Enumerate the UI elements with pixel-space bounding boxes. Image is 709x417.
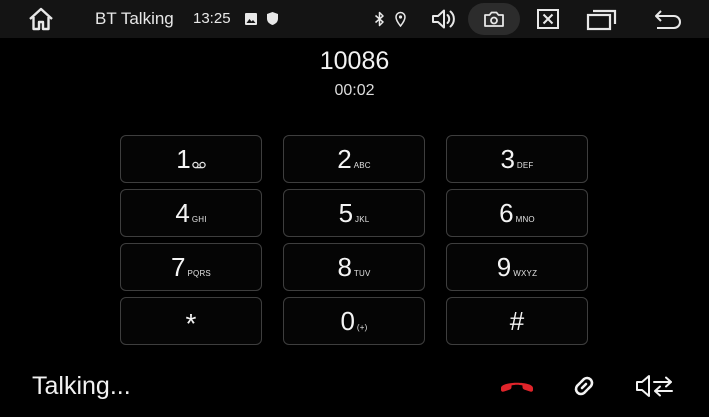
shield-icon <box>267 12 278 25</box>
key-letters: GHI <box>191 214 207 224</box>
recent-apps-button[interactable] <box>582 3 622 35</box>
key-digit: 6 <box>499 198 514 228</box>
voicemail-icon <box>191 161 206 169</box>
location-icon <box>395 11 406 27</box>
key-3[interactable]: 3 DEF <box>446 135 588 183</box>
key-digit: 8 <box>337 252 352 282</box>
key-digit: 0 <box>340 306 355 336</box>
key-letters: PQRS <box>187 268 211 278</box>
close-box-icon <box>537 9 559 29</box>
hang-up-icon[interactable] <box>498 374 536 398</box>
gallery-icon <box>245 13 257 25</box>
volume-button[interactable] <box>426 3 462 35</box>
call-duration: 00:02 <box>334 82 375 99</box>
key-letters: MNO <box>515 214 535 224</box>
screenshot-camera-icon <box>484 11 504 27</box>
key-letters: (+) <box>356 322 368 332</box>
dial-keypad: 1 2 ABC 3 DEF 4 GHI 5 JKL 6 MNO 7 PQRS 8… <box>120 135 590 347</box>
key-digit: 3 <box>500 144 515 174</box>
link-icon[interactable] <box>568 370 600 402</box>
key-digit: * <box>185 308 197 339</box>
app-title: BT Talking <box>95 9 174 28</box>
windows-icon <box>586 9 617 31</box>
key-letters: TUV <box>353 268 371 278</box>
call-number: 10086 <box>319 47 390 75</box>
key-6[interactable]: 6 MNO <box>446 189 588 237</box>
audio-switch-icon[interactable] <box>634 372 676 400</box>
key-digit: 9 <box>496 252 512 282</box>
key-star[interactable]: * <box>120 297 262 345</box>
key-digit: 4 <box>175 198 190 228</box>
key-hash[interactable]: # <box>446 297 588 345</box>
screenshot-button[interactable] <box>468 3 520 35</box>
key-1[interactable]: 1 <box>120 135 262 183</box>
key-5[interactable]: 5 JKL <box>283 189 425 237</box>
back-icon <box>655 10 681 29</box>
key-digit: 7 <box>171 252 186 282</box>
key-2[interactable]: 2 ABC <box>283 135 425 183</box>
bt-talking-screen: BT Talking 13:25 10086 00:02 1 2 ABC 3 D… <box>0 0 709 417</box>
key-digit: 2 <box>337 144 352 174</box>
close-button[interactable] <box>530 3 566 35</box>
key-7[interactable]: 7 PQRS <box>120 243 262 291</box>
key-letters: JKL <box>355 214 370 224</box>
status-bar: BT Talking 13:25 <box>0 0 709 38</box>
key-digit: # <box>509 306 525 336</box>
key-digit: 1 <box>176 144 191 174</box>
home-icon[interactable] <box>28 7 54 31</box>
key-letters: ABC <box>353 160 371 170</box>
key-0[interactable]: 0 (+) <box>283 297 425 345</box>
key-letters: DEF <box>516 160 534 170</box>
call-status: Talking... <box>32 372 131 400</box>
key-9[interactable]: 9 WXYZ <box>446 243 588 291</box>
bluetooth-icon <box>375 11 384 27</box>
volume-icon <box>432 9 455 29</box>
back-button[interactable] <box>648 3 688 35</box>
key-8[interactable]: 8 TUV <box>283 243 425 291</box>
key-digit: 5 <box>338 198 354 228</box>
key-4[interactable]: 4 GHI <box>120 189 262 237</box>
clock-time: 13:25 <box>193 10 231 27</box>
key-letters: WXYZ <box>513 268 538 278</box>
